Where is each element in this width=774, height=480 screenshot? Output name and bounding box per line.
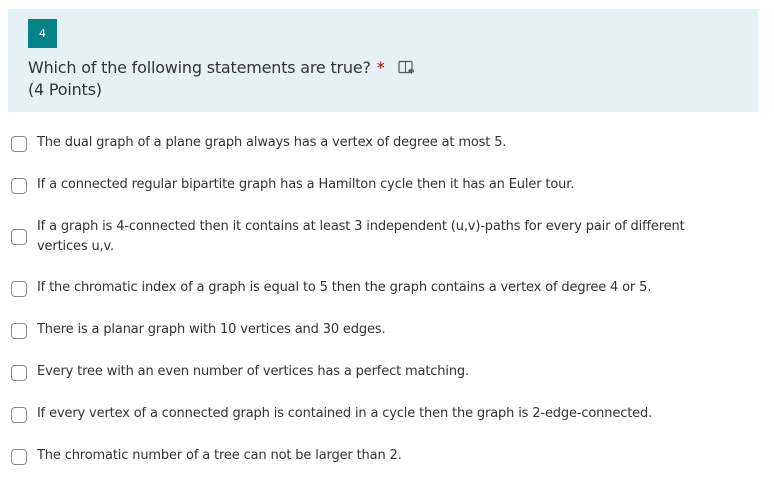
option-checkbox[interactable] <box>11 229 27 245</box>
option-label: If a graph is 4-connected then it contai… <box>37 219 685 254</box>
question-title-row: Which of the following statements are tr… <box>28 58 417 77</box>
option-checkbox[interactable] <box>11 365 27 381</box>
question-title: Which of the following statements are tr… <box>28 58 371 77</box>
option-2[interactable]: If a connected regular bipartite graph h… <box>11 177 751 195</box>
option-label: Every tree with an even number of vertic… <box>37 364 470 379</box>
option-6[interactable]: Every tree with an even number of vertic… <box>11 364 751 382</box>
option-label: If the chromatic index of a graph is equ… <box>37 280 652 295</box>
required-marker: * <box>376 58 385 77</box>
option-label: There is a planar graph with 10 vertices… <box>37 322 386 337</box>
option-1[interactable]: The dual graph of a plane graph always h… <box>11 135 751 153</box>
option-8[interactable]: The chromatic number of a tree can not b… <box>11 448 751 466</box>
option-checkbox[interactable] <box>11 407 27 423</box>
option-5[interactable]: There is a planar graph with 10 vertices… <box>11 322 751 340</box>
option-checkbox[interactable] <box>11 449 27 465</box>
option-label: The chromatic number of a tree can not b… <box>37 448 402 463</box>
option-checkbox[interactable] <box>11 178 27 194</box>
option-checkbox[interactable] <box>11 281 27 297</box>
option-3[interactable]: If a graph is 4-connected then it contai… <box>11 219 751 257</box>
question-points: (4 Points) <box>28 80 102 99</box>
option-checkbox[interactable] <box>11 136 27 152</box>
option-label: If every vertex of a connected graph is … <box>37 406 653 421</box>
question-number-badge: 4 <box>28 19 57 48</box>
option-label: The dual graph of a plane graph always h… <box>37 135 507 150</box>
option-7[interactable]: If every vertex of a connected graph is … <box>11 406 751 424</box>
question-header: 4 Which of the following statements are … <box>8 9 758 112</box>
option-4[interactable]: If the chromatic index of a graph is equ… <box>11 280 751 298</box>
option-label: If a connected regular bipartite graph h… <box>37 177 575 192</box>
option-checkbox[interactable] <box>11 323 27 339</box>
immersive-reader-icon[interactable] <box>397 59 417 77</box>
